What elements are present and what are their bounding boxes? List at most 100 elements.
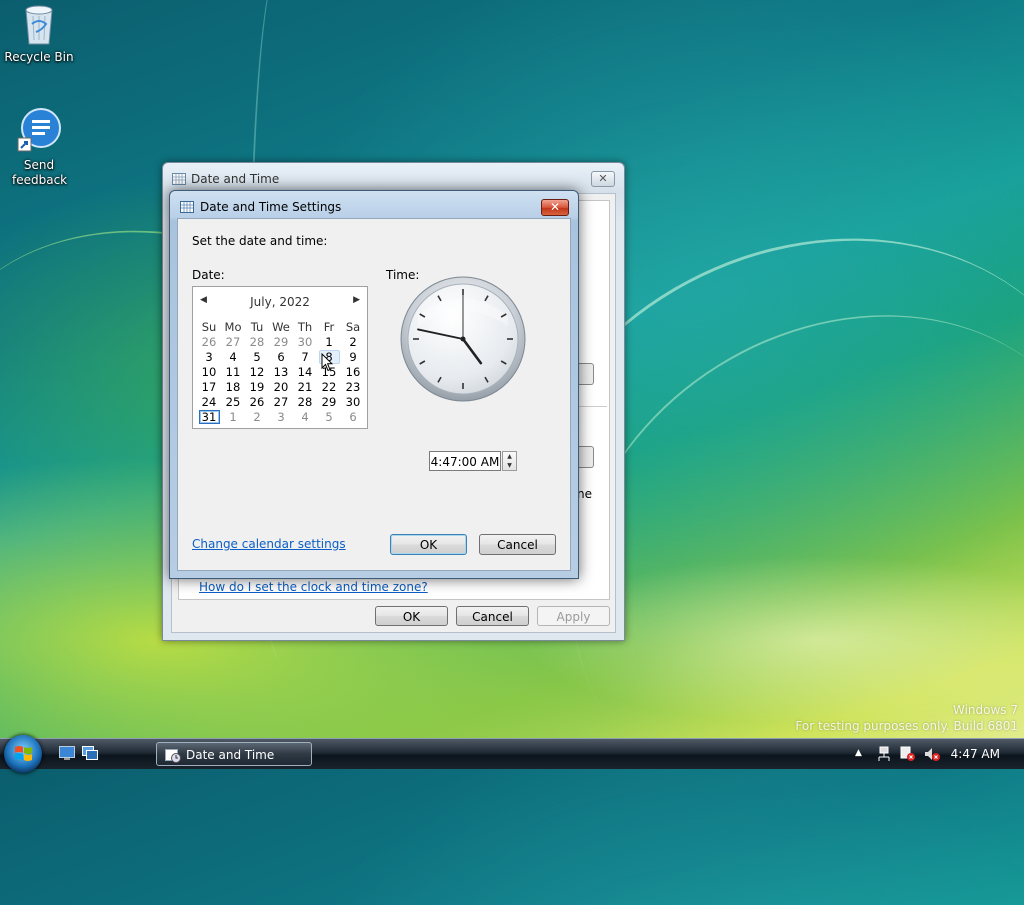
recycle-bin-label: Recycle Bin bbox=[4, 50, 74, 64]
calendar-day[interactable]: 12 bbox=[245, 364, 269, 379]
calendar-day[interactable]: 21 bbox=[293, 379, 317, 394]
time-spinner[interactable]: ▲ ▼ bbox=[502, 451, 517, 471]
calendar-day-label: 7 bbox=[301, 349, 309, 364]
close-button[interactable]: ✕ bbox=[541, 199, 569, 216]
calendar-day[interactable]: 27 bbox=[269, 394, 293, 409]
next-month-arrow-icon[interactable]: ▶ bbox=[353, 295, 360, 305]
calendar-day-label: 5 bbox=[253, 349, 261, 364]
taskbar-button-date-and-time[interactable]: Date and Time bbox=[156, 742, 312, 766]
date-label: Date: bbox=[192, 268, 225, 282]
calendar-day-label: 26 bbox=[201, 334, 217, 349]
calendar-day[interactable]: 10 bbox=[197, 364, 221, 379]
calendar-day[interactable]: 23 bbox=[341, 379, 365, 394]
desktop-icon-send-feedback[interactable]: Send feedback bbox=[2, 108, 76, 188]
calendar-day[interactable]: 19 bbox=[245, 379, 269, 394]
calendar-clock-icon bbox=[172, 172, 186, 188]
calendar-day[interactable]: 5 bbox=[245, 349, 269, 364]
calendar-day-label: 1 bbox=[229, 409, 237, 424]
calendar-day[interactable]: 29 bbox=[269, 334, 293, 349]
calendar-day[interactable]: 6 bbox=[269, 349, 293, 364]
window-title: Date and Time bbox=[191, 172, 280, 186]
help-link[interactable]: How do I set the clock and time zone? bbox=[199, 580, 428, 594]
volume-muted-icon[interactable] bbox=[924, 746, 940, 765]
calendar-day[interactable]: 1 bbox=[221, 409, 245, 424]
close-button[interactable]: ✕ bbox=[591, 171, 615, 187]
desktop-icon-recycle-bin[interactable]: Recycle Bin bbox=[2, 2, 76, 65]
calendar-day[interactable]: 3 bbox=[269, 409, 293, 424]
taskbar: Date and Time ▲ 4:47 AM bbox=[0, 735, 1024, 773]
calendar-day[interactable]: 30 bbox=[341, 394, 365, 409]
calendar-day[interactable]: 2 bbox=[341, 334, 365, 349]
calendar-day[interactable]: 26 bbox=[197, 334, 221, 349]
change-calendar-settings-link[interactable]: Change calendar settings bbox=[192, 537, 346, 551]
close-icon: ✕ bbox=[549, 200, 561, 214]
calendar-day-label: 12 bbox=[249, 364, 265, 379]
watermark-line-2: For testing purposes only. Build 6801 bbox=[795, 719, 1018, 733]
calendar-day[interactable]: 4 bbox=[293, 409, 317, 424]
calendar-day[interactable]: 24 bbox=[197, 394, 221, 409]
calendar-day[interactable]: 4 bbox=[221, 349, 245, 364]
start-button[interactable] bbox=[4, 735, 42, 773]
calendar-day[interactable]: 11 bbox=[221, 364, 245, 379]
calendar-day[interactable]: 28 bbox=[293, 394, 317, 409]
calendar-day[interactable]: 29 bbox=[317, 394, 341, 409]
weekday-header: We bbox=[272, 319, 290, 334]
show-hidden-icon[interactable]: ▲ bbox=[855, 748, 862, 758]
taskbar-clock[interactable]: 4:47 AM bbox=[951, 747, 1000, 761]
date-and-time-settings-dialog: Date and Time Settings ✕ Set the date an… bbox=[169, 190, 579, 579]
calendar-day-label: 22 bbox=[321, 379, 337, 394]
network-icon[interactable] bbox=[877, 746, 891, 765]
switch-windows-icon[interactable] bbox=[82, 746, 98, 760]
recycle-bin-icon bbox=[21, 2, 57, 46]
calendar-day[interactable]: 7 bbox=[293, 349, 317, 364]
month-year-header[interactable]: July, 2022 bbox=[193, 295, 367, 309]
cancel-button[interactable]: Cancel bbox=[456, 606, 529, 626]
time-input[interactable]: 4:47:00 AM bbox=[429, 451, 501, 471]
apply-button[interactable]: Apply bbox=[537, 606, 610, 626]
mouse-cursor-icon bbox=[321, 352, 334, 375]
calendar-day[interactable]: 20 bbox=[269, 379, 293, 394]
calendar-day[interactable]: 17 bbox=[197, 379, 221, 394]
calendar-day-label: 5 bbox=[325, 409, 333, 424]
calendar-day-label: 13 bbox=[273, 364, 289, 379]
calendar-day-label: 30 bbox=[297, 334, 313, 349]
month-calendar[interactable]: ◀ July, 2022 ▶ Su Mo Tu We Th Fr Sa 26 27 28 29 30 1… bbox=[192, 286, 368, 429]
calendar-day-label: 4 bbox=[301, 409, 309, 424]
cancel-button[interactable]: Cancel bbox=[479, 534, 556, 555]
calendar-day[interactable]: 1 bbox=[317, 334, 341, 349]
calendar-day-label: 6 bbox=[277, 349, 285, 364]
send-feedback-label: Send feedback bbox=[12, 158, 68, 187]
calendar-day[interactable]: 2 bbox=[245, 409, 269, 424]
calendar-day[interactable]: 25 bbox=[221, 394, 245, 409]
spin-up-icon[interactable]: ▲ bbox=[503, 452, 516, 461]
calendar-day-label: 6 bbox=[349, 409, 357, 424]
calendar-day[interactable]: 6 bbox=[341, 409, 365, 424]
calendar-day[interactable]: 22 bbox=[317, 379, 341, 394]
partial-text: ne bbox=[577, 487, 592, 501]
spin-down-icon[interactable]: ▼ bbox=[503, 461, 516, 470]
close-icon: ✕ bbox=[598, 172, 608, 185]
taskbar-button-label: Date and Time bbox=[186, 748, 275, 762]
calendar-day[interactable]: 27 bbox=[221, 334, 245, 349]
ok-button[interactable]: OK bbox=[390, 534, 467, 555]
calendar-day[interactable]: 5 bbox=[317, 409, 341, 424]
calendar-day[interactable]: 9 bbox=[341, 349, 365, 364]
calendar-day-label: 18 bbox=[225, 379, 241, 394]
calendar-day-label: 24 bbox=[201, 394, 217, 409]
show-desktop-icon[interactable] bbox=[59, 746, 75, 760]
action-center-icon[interactable] bbox=[900, 746, 916, 765]
weekday-header: Sa bbox=[345, 319, 361, 334]
calendar-day[interactable]: 14 bbox=[293, 364, 317, 379]
calendar-day[interactable]: 26 bbox=[245, 394, 269, 409]
calendar-clock-icon bbox=[180, 200, 194, 216]
calendar-day[interactable]: 3 bbox=[197, 349, 221, 364]
calendar-day[interactable]: 31 bbox=[197, 409, 221, 424]
calendar-day-label: 25 bbox=[225, 394, 241, 409]
calendar-day[interactable]: 13 bbox=[269, 364, 293, 379]
calendar-day-label: 3 bbox=[205, 349, 213, 364]
ok-button[interactable]: OK bbox=[375, 606, 448, 626]
calendar-day[interactable]: 18 bbox=[221, 379, 245, 394]
calendar-day[interactable]: 28 bbox=[245, 334, 269, 349]
calendar-day[interactable]: 30 bbox=[293, 334, 317, 349]
calendar-day[interactable]: 16 bbox=[341, 364, 365, 379]
